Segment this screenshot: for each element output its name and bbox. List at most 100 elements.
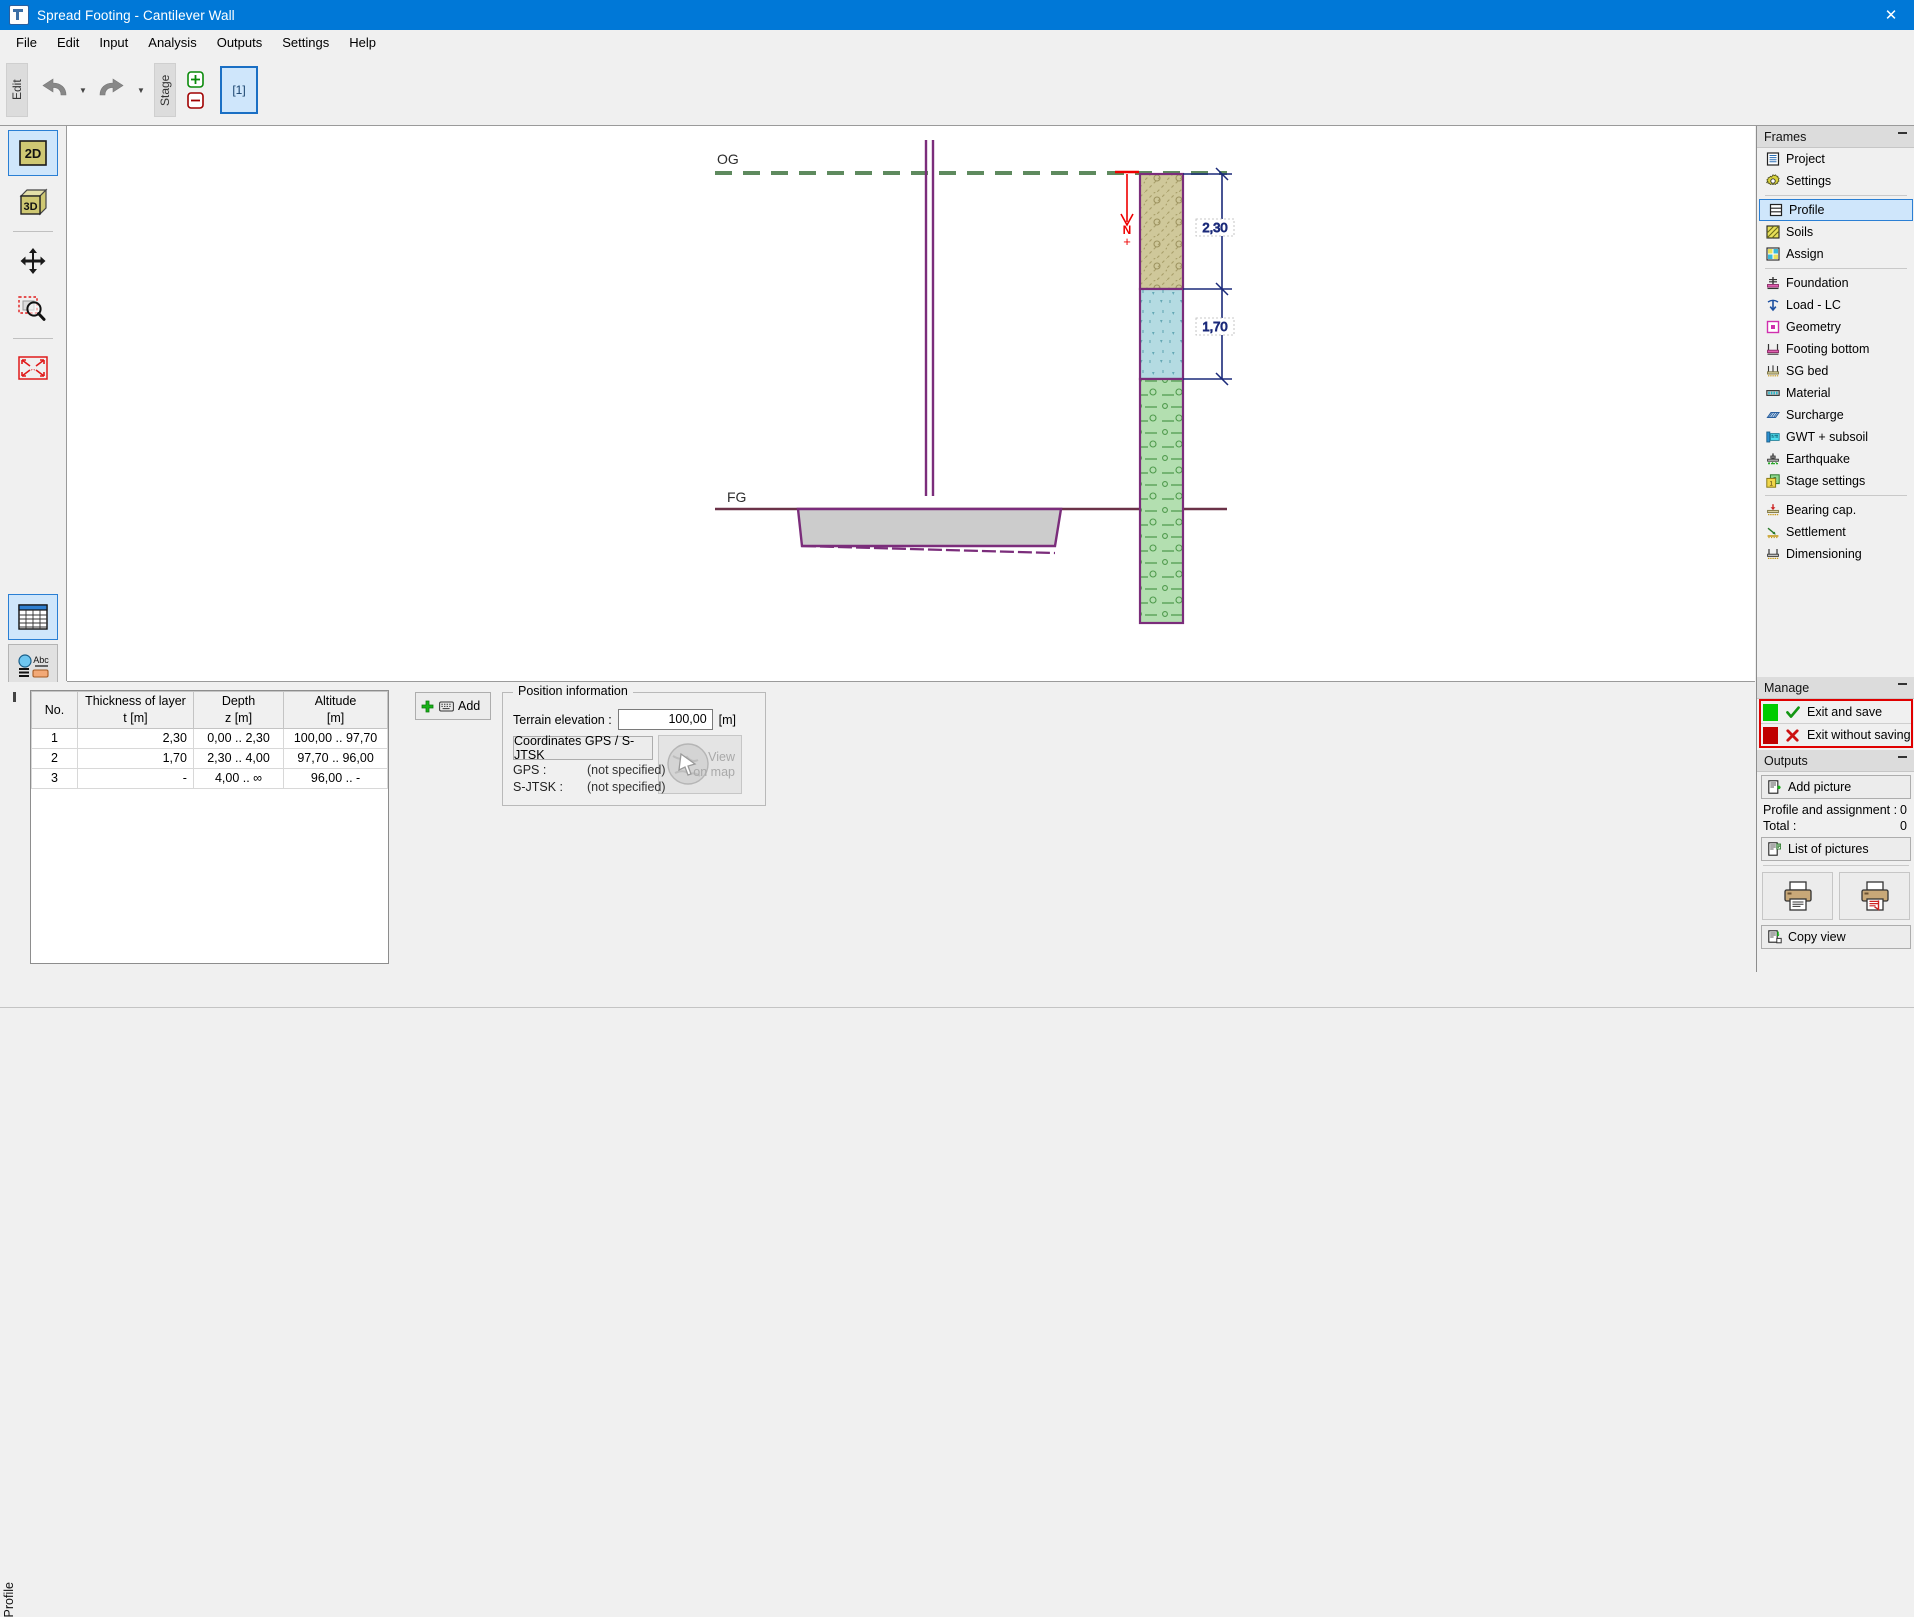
sjtsk-value: (not specified)	[587, 780, 666, 794]
title-bar: Spread Footing - Cantilever Wall ✕	[0, 0, 1914, 30]
sidebar-item-sg-bed[interactable]: SG bed	[1757, 360, 1914, 382]
bottom-tab-profile[interactable]: Profile	[2, 1582, 16, 1617]
undo-icon[interactable]	[32, 68, 76, 112]
redo-dropdown-icon[interactable]: ▼	[134, 68, 148, 112]
sidebar-item-surcharge[interactable]: Surcharge	[1757, 404, 1914, 426]
cell-thickness[interactable]: -	[76, 768, 194, 789]
sidebar-item-foundation[interactable]: Foundation	[1757, 272, 1914, 294]
splitter-grip-icon	[13, 692, 16, 702]
cell-altitude: 100,00 .. 97,70	[283, 728, 388, 749]
view-2d-button[interactable]: 2D	[8, 130, 58, 176]
check-icon	[1785, 705, 1800, 720]
load-arrow-icon: N +	[1115, 170, 1139, 249]
exit-and-save-label: Exit and save	[1807, 705, 1883, 719]
menu-item-file[interactable]: File	[6, 32, 47, 53]
menu-item-help[interactable]: Help	[339, 32, 386, 53]
sidebar-item-label: Surcharge	[1786, 408, 1844, 422]
list-of-pictures-button[interactable]: List of pictures	[1761, 837, 1911, 861]
terrain-elevation-input[interactable]: 100,00	[617, 709, 713, 730]
menu-item-analysis[interactable]: Analysis	[138, 32, 206, 53]
pan-tool-button[interactable]	[9, 239, 57, 283]
cell-no: 2	[31, 748, 78, 769]
sidebar-item-profile[interactable]: Profile	[1759, 199, 1913, 221]
menu-bar: File Edit Input Analysis Outputs Setting…	[0, 30, 1914, 55]
sidebar-item-gwt-subsoil[interactable]: GWT + subsoil	[1757, 426, 1914, 448]
tool-bar: Edit ▼ ▼ Stage [1]	[0, 55, 1914, 126]
sidebar-item-label: Geometry	[1786, 320, 1841, 334]
table-row[interactable]: 1 2,30 0,00 .. 2,30 100,00 .. 97,70	[31, 728, 388, 749]
sidebar-item-earthquake[interactable]: Earthquake	[1757, 448, 1914, 470]
coordinates-gps-sjtsk-button[interactable]: Coordinates GPS / S-JTSK	[513, 734, 653, 762]
col-header-no: No.	[31, 691, 78, 729]
add-layer-button[interactable]: Add	[415, 692, 491, 720]
close-icon[interactable]: ✕	[1868, 0, 1914, 30]
collapse-icon[interactable]	[1898, 756, 1907, 758]
exit-without-saving-button[interactable]: Exit without saving	[1761, 724, 1911, 746]
table-row[interactable]: 3 - 4,00 .. ∞ 96,00 .. -	[31, 768, 388, 789]
sidebar-item-load-lc[interactable]: Load - LC	[1757, 294, 1914, 316]
stage-remove-icon[interactable]	[186, 92, 204, 110]
profile-and-assignment-value: 0	[1900, 803, 1907, 817]
total-label: Total :	[1763, 819, 1797, 833]
profile-layers-icon	[1768, 203, 1783, 218]
right-panel: Frames Project Settings Profile Soils As…	[1756, 126, 1914, 972]
print-preview-button[interactable]	[1839, 872, 1910, 920]
sidebar-item-dimensioning[interactable]: Dimensioning	[1757, 543, 1914, 565]
table-view-button[interactable]	[8, 594, 58, 640]
sidebar-item-settlement[interactable]: Settlement	[1757, 521, 1914, 543]
sidebar-item-material[interactable]: Material	[1757, 382, 1914, 404]
sidebar-item-label: Foundation	[1786, 276, 1849, 290]
layers-table-wrapper[interactable]: No. Thickness of layer t [m] Depth z [m]	[30, 690, 389, 964]
copy-view-button[interactable]: Copy view	[1761, 925, 1911, 949]
menu-item-settings[interactable]: Settings	[272, 32, 339, 53]
keyboard-icon	[439, 699, 454, 714]
add-picture-label: Add picture	[1788, 780, 1852, 794]
cell-thickness[interactable]: 1,70	[76, 748, 194, 769]
redo-icon[interactable]	[90, 68, 134, 112]
sidebar-item-stage-settings[interactable]: 21 Stage settings	[1757, 470, 1914, 492]
collapse-icon[interactable]	[1898, 683, 1907, 685]
sidebar-item-label: Settings	[1786, 174, 1832, 188]
zoom-all-tool-button[interactable]: ↔	[9, 346, 57, 390]
list-of-pictures-label: List of pictures	[1788, 842, 1869, 856]
col-header-altitude: Altitude [m]	[283, 691, 388, 729]
sidebar-item-soils[interactable]: Soils	[1757, 221, 1914, 243]
stage-add-icon[interactable]	[186, 71, 204, 89]
exit-and-save-button[interactable]: Exit and save	[1761, 701, 1911, 723]
soil-layer-1	[1138, 172, 1185, 291]
menu-item-edit[interactable]: Edit	[47, 32, 89, 53]
sidebar-item-settings[interactable]: Settings	[1757, 170, 1914, 192]
sidebar-item-project[interactable]: Project	[1757, 148, 1914, 170]
collapse-icon[interactable]	[1898, 132, 1907, 134]
sidebar-item-assign[interactable]: Assign	[1757, 243, 1914, 265]
cell-altitude: 97,70 .. 96,00	[283, 748, 388, 769]
total-value: 0	[1900, 819, 1907, 833]
manage-header-label: Manage	[1764, 680, 1810, 695]
terrain-elevation-row: Terrain elevation : 100,00 [m]	[513, 709, 736, 730]
cell-thickness[interactable]: 2,30	[76, 728, 194, 749]
cell-no: 3	[31, 768, 78, 789]
sidebar-item-geometry[interactable]: Geometry	[1757, 316, 1914, 338]
manage-group-header[interactable]: Manage	[1757, 677, 1914, 699]
print-buttons-row	[1757, 866, 1914, 922]
stage-tab-1[interactable]: [1]	[220, 66, 258, 114]
undo-dropdown-icon[interactable]: ▼	[76, 68, 90, 112]
view-on-map-label: View on map	[693, 749, 735, 779]
zoom-window-tool-button[interactable]	[9, 287, 57, 331]
close-x-icon	[1785, 728, 1800, 743]
add-picture-button[interactable]: Add picture	[1761, 775, 1911, 799]
drawing-canvas[interactable]: OG FG N + 2,30 1,70	[67, 126, 1755, 682]
dimension-label-2: 1,70	[1195, 317, 1235, 336]
table-row[interactable]: 2 1,70 2,30 .. 4,00 97,70 .. 96,00	[31, 748, 388, 769]
list-of-pictures-icon	[1767, 842, 1782, 857]
surcharge-icon	[1765, 408, 1780, 423]
outputs-group-header[interactable]: Outputs	[1757, 750, 1914, 772]
menu-item-input[interactable]: Input	[89, 32, 138, 53]
print-button[interactable]	[1762, 872, 1833, 920]
add-picture-icon	[1767, 780, 1782, 795]
sidebar-item-bearing-cap[interactable]: Bearing cap.	[1757, 499, 1914, 521]
view-3d-button[interactable]: 3D	[9, 180, 57, 224]
frames-group-header[interactable]: Frames	[1757, 126, 1914, 148]
menu-item-outputs[interactable]: Outputs	[207, 32, 273, 53]
sidebar-item-footing-bottom[interactable]: Footing bottom	[1757, 338, 1914, 360]
